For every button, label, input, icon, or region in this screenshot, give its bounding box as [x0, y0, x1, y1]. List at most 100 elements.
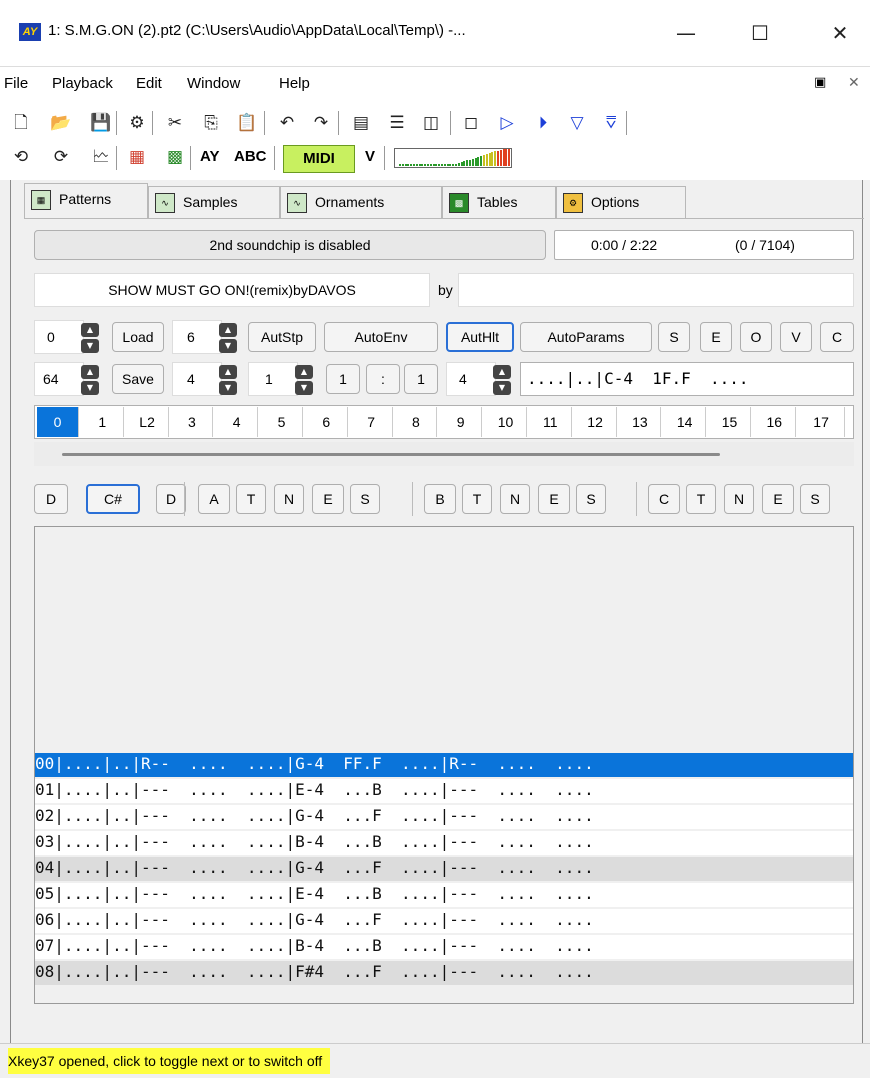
autstp-button[interactable]: AutStp [248, 322, 316, 352]
tab-options[interactable]: ⚙ Options [556, 186, 686, 218]
copy-icon[interactable]: ⎘ [200, 112, 222, 134]
menu-edit[interactable]: Edit [136, 75, 162, 92]
skip-stepper[interactable]: ▲ ▼ [493, 365, 511, 395]
octave-stepper[interactable]: ▲ ▼ [81, 323, 99, 353]
pattern-icon[interactable]: ▦ [126, 146, 148, 168]
step-stepper[interactable]: ▲ ▼ [219, 323, 237, 353]
e-button[interactable]: E [700, 322, 732, 352]
pattern-row[interactable]: 04|....|..|--- .... ....|G-4 ...F ....|-… [35, 857, 853, 881]
position-item-15[interactable]: 15 [709, 407, 751, 437]
octave-spinner[interactable]: 0 ▲ ▼ [34, 320, 99, 354]
position-item-7[interactable]: 7 [351, 407, 393, 437]
play-from-icon[interactable]: ⏵ [532, 112, 554, 134]
cut-icon[interactable]: ✂ [164, 112, 186, 134]
b-sample-button[interactable]: S [576, 484, 606, 514]
save-icon[interactable]: 💾 [90, 112, 112, 134]
menu-file[interactable]: File [4, 75, 28, 92]
pattern-row[interactable]: 01|....|..|--- .... ....|E-4 ...B ....|-… [35, 779, 853, 803]
b-noise-button[interactable]: N [500, 484, 530, 514]
channel-c-button[interactable]: C [648, 484, 680, 514]
autoenv-button[interactable]: AutoEnv [324, 322, 438, 352]
a-sample-button[interactable]: S [350, 484, 380, 514]
close-button[interactable]: ✕ [817, 18, 863, 48]
toggle-loop-icon[interactable]: ⟲ [10, 146, 32, 168]
options-icon[interactable]: ⚙ [126, 112, 148, 134]
c-envelope-button[interactable]: E [762, 484, 794, 514]
ratio-separator-button[interactable]: : [366, 364, 400, 394]
menu-help[interactable]: Help [279, 75, 310, 92]
play-icon[interactable]: ▷ [496, 112, 518, 134]
midi-button[interactable]: MIDI [283, 145, 355, 173]
position-item-8[interactable]: 8 [395, 407, 438, 437]
tile-vertical-icon[interactable]: ◫ [420, 112, 442, 134]
speed-spinner[interactable]: 1 ▲ ▼ [248, 362, 313, 396]
stop-icon[interactable]: ◻ [460, 112, 482, 134]
pattern-row[interactable]: 06|....|..|--- .... ....|G-4 ...F ....|-… [35, 909, 853, 933]
position-item-17[interactable]: 17 [799, 407, 845, 437]
position-scrollbar[interactable] [34, 442, 854, 466]
a-envelope-button[interactable]: E [312, 484, 344, 514]
position-item-1[interactable]: 1 [82, 407, 124, 437]
open-folder-icon[interactable]: 📂 [50, 112, 72, 134]
mdi-close-button[interactable]: ✕ [848, 75, 860, 91]
new-file-icon[interactable]: 🗋 [10, 112, 32, 134]
tab-ornaments[interactable]: ∿ Ornaments [280, 186, 442, 218]
position-item-10[interactable]: 10 [485, 407, 527, 437]
v-toggle[interactable]: V [365, 148, 375, 165]
a-noise-button[interactable]: N [274, 484, 304, 514]
test-line[interactable]: ....|..|C-4 1F.F .... [520, 362, 854, 396]
pattern-length-spinner[interactable]: 64 ▲ ▼ [34, 362, 99, 396]
a-tone-button[interactable]: T [236, 484, 266, 514]
skip-spinner[interactable]: 4 ▲ ▼ [446, 362, 511, 396]
play-pattern-icon[interactable]: ▽ [566, 112, 588, 134]
position-item-5[interactable]: 5 [261, 407, 303, 437]
position-item-12[interactable]: 12 [575, 407, 617, 437]
play-pattern-from-icon[interactable]: ⩢ [600, 112, 622, 134]
highlight-spinner[interactable]: 4 ▲ ▼ [172, 362, 237, 396]
volume-meter[interactable] [394, 148, 512, 168]
position-item-2[interactable]: L2 [127, 407, 169, 437]
position-item-0[interactable]: 0 [37, 407, 79, 437]
s-button[interactable]: S [658, 322, 690, 352]
c-button[interactable]: C [820, 322, 854, 352]
maximize-button[interactable]: ☐ [737, 18, 783, 48]
title-field[interactable]: SHOW MUST GO ON!(remix)byDAVOS [34, 273, 430, 307]
cascade-icon[interactable]: ▤ [350, 112, 372, 134]
pattern-row[interactable]: 03|....|..|--- .... ....|B-4 ...B ....|-… [35, 831, 853, 855]
pattern-grid[interactable]: 00|....|..|R-- .... ....|G-4 FF.F ....|R… [34, 526, 854, 1004]
author-field[interactable] [458, 273, 854, 307]
ratio-a-button[interactable]: 1 [326, 364, 360, 394]
v-button[interactable]: V [780, 322, 812, 352]
pattern-row[interactable]: 08|....|..|--- .... ....|F#4 ...F ....|-… [35, 961, 853, 985]
c-noise-button[interactable]: N [724, 484, 754, 514]
ay-toggle[interactable]: AY [200, 148, 219, 165]
paste-icon[interactable]: 📋 [236, 112, 258, 134]
tables-icon[interactable]: ▩ [164, 146, 186, 168]
undo-icon[interactable]: ↶ [276, 112, 298, 134]
menu-window[interactable]: Window [187, 75, 240, 92]
b-tone-button[interactable]: T [462, 484, 492, 514]
c-tone-button[interactable]: T [686, 484, 716, 514]
position-item-13[interactable]: 13 [619, 407, 662, 437]
c-sample-button[interactable]: S [800, 484, 830, 514]
minimize-button[interactable]: — [663, 18, 709, 48]
menu-playback[interactable]: Playback [52, 75, 113, 92]
tab-samples[interactable]: ∿ Samples [148, 186, 280, 218]
abc-toggle[interactable]: ABC [234, 148, 267, 165]
o-button[interactable]: O [740, 322, 772, 352]
chan-d-button[interactable]: D [34, 484, 68, 514]
speed-stepper[interactable]: ▲ ▼ [295, 365, 313, 395]
title-bar[interactable]: AY 1: S.M.G.ON (2).pt2 (C:\Users\Audio\A… [0, 0, 870, 66]
pattern-row-current[interactable]: 00|....|..|R-- .... ....|G-4 FF.F ....|R… [35, 753, 853, 777]
step-spinner[interactable]: 6 ▲ ▼ [172, 320, 237, 354]
position-item-16[interactable]: 16 [754, 407, 796, 437]
position-item-3[interactable]: 3 [171, 407, 214, 437]
position-list[interactable]: 0 1 L2 3 4 5 6 7 8 9 10 11 12 13 14 15 16 17 [34, 405, 854, 439]
position-item-6[interactable]: 6 [306, 407, 348, 437]
authlt-button[interactable]: AutHlt [446, 322, 514, 352]
ratio-b-button[interactable]: 1 [404, 364, 438, 394]
note-c-sharp-button[interactable]: C# [86, 484, 140, 514]
channel-a-button[interactable]: A [198, 484, 230, 514]
load-button[interactable]: Load [112, 322, 164, 352]
b-envelope-button[interactable]: E [538, 484, 570, 514]
